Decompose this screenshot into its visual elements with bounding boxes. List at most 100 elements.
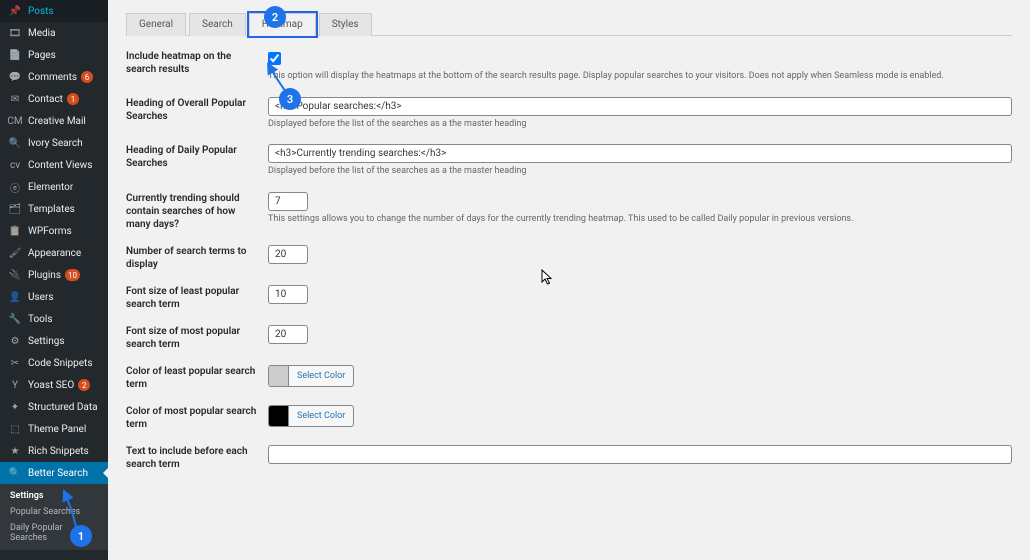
label-heading-daily: Heading of Daily Popular Searches xyxy=(126,144,268,178)
heading-daily-input[interactable] xyxy=(268,144,1012,163)
desc-include-heatmap: This option will display the heatmaps at… xyxy=(268,71,1012,83)
heading-overall-input[interactable] xyxy=(268,97,1012,116)
menu-badge: 2 xyxy=(78,379,90,391)
sidebar-item-users[interactable]: 👤 Users xyxy=(0,286,108,308)
label-include-heatmap: Include heatmap on the search results xyxy=(126,50,268,83)
menu-label: Elementor xyxy=(28,182,73,193)
sidebar-item-appearance[interactable]: 🖌 Appearance xyxy=(0,242,108,264)
sidebar-item-structured-data[interactable]: ✦ Structured Data xyxy=(0,396,108,418)
menu-label: Creative Mail xyxy=(28,116,86,127)
sidebar-item-plugins[interactable]: 🔌Plugins10 xyxy=(0,264,108,286)
sidebar-item-templates[interactable]: 🗂 Templates xyxy=(0,198,108,220)
trending-days-input[interactable] xyxy=(268,192,308,211)
desc-heading-overall: Displayed before the list of the searche… xyxy=(268,119,1012,131)
menu-icon: 🔍 xyxy=(8,136,22,150)
sidebar-item-rich-snippets[interactable]: ★ Rich Snippets xyxy=(0,440,108,462)
sidebar-item-settings[interactable]: ⚙ Settings xyxy=(0,330,108,352)
admin-sidebar: 📌Posts🎞Media📄Pages💬Comments6✉Contact1CMC… xyxy=(0,0,108,560)
num-terms-input[interactable] xyxy=(268,245,308,264)
label-trending-days: Currently trending should contain search… xyxy=(126,192,268,231)
sidebar-item-pages[interactable]: 📄 Pages xyxy=(0,44,108,66)
menu-icon: 🖌 xyxy=(8,246,22,260)
color-most-swatch xyxy=(269,406,289,426)
desc-heading-daily: Displayed before the list of the searche… xyxy=(268,166,1012,178)
font-most-input[interactable] xyxy=(268,325,308,344)
label-heading-overall: Heading of Overall Popular Searches xyxy=(126,97,268,131)
sidebar-item-yoast-seo[interactable]: YYoast SEO2 xyxy=(0,374,108,396)
font-least-input[interactable] xyxy=(268,285,308,304)
sidebar-item-tools[interactable]: 🔧 Tools xyxy=(0,308,108,330)
label-color-most: Color of most popular search term xyxy=(126,405,268,431)
label-font-most: Font size of most popular search term xyxy=(126,325,268,351)
color-least-btn-label: Select Color xyxy=(289,371,353,381)
sidebar-item-media[interactable]: 🎞 Media xyxy=(0,22,108,44)
menu-label: Appearance xyxy=(28,248,81,259)
include-heatmap-checkbox[interactable] xyxy=(268,52,281,65)
sidebar-item-content-views[interactable]: cv Content Views xyxy=(0,154,108,176)
sidebar-item-comments[interactable]: 💬 Comments 6 xyxy=(0,66,108,88)
menu-label: Yoast SEO xyxy=(28,380,74,391)
sidebar-item-theme-panel[interactable]: ⬚Theme Panel xyxy=(0,418,108,440)
label-num-terms: Number of search terms to display xyxy=(126,245,268,271)
tab-styles[interactable]: Styles xyxy=(319,13,372,36)
submenu-title[interactable]: Settings xyxy=(0,488,108,504)
sidebar-item-contact[interactable]: ✉ Contact 1 xyxy=(0,88,108,110)
sidebar-item-elementor[interactable]: ⓔElementor xyxy=(0,176,108,198)
menu-icon: 📄 xyxy=(8,48,22,62)
color-most-button[interactable]: Select Color xyxy=(268,405,354,427)
menu-icon: ✦ xyxy=(8,400,22,414)
menu-label: Users xyxy=(28,292,54,303)
menu-label: Settings xyxy=(28,336,65,347)
settings-tabs: General Search Heatmap Styles xyxy=(126,12,1012,36)
menu-badge: 10 xyxy=(65,269,80,281)
menu-label: Tools xyxy=(28,314,52,325)
color-least-button[interactable]: Select Color xyxy=(268,365,354,387)
main-content: General Search Heatmap Styles Include he… xyxy=(108,0,1030,560)
menu-icon: 🎞 xyxy=(8,26,22,40)
menu-icon: 🔧 xyxy=(8,312,22,326)
menu-icon: 📌 xyxy=(8,4,22,18)
menu-label: Rich Snippets xyxy=(28,446,89,457)
menu-label: Pages xyxy=(28,50,56,61)
menu-label: Ivory Search xyxy=(28,138,83,149)
menu-label: Content Views xyxy=(28,160,92,171)
sidebar-item-better-search[interactable]: 🔍 Better Search xyxy=(0,462,108,484)
menu-badge: 6 xyxy=(81,71,93,83)
menu-label: WPForms xyxy=(28,226,72,237)
sidebar-item-posts[interactable]: 📌 Posts xyxy=(0,0,108,22)
menu-icon: 📋 xyxy=(8,224,22,238)
menu-label: Comments xyxy=(28,72,77,83)
text-before-input[interactable] xyxy=(268,445,1012,464)
menu-icon: 🔌 xyxy=(8,268,22,282)
sidebar-item-code-snippets[interactable]: ✂Code Snippets xyxy=(0,352,108,374)
menu-badge: 1 xyxy=(67,93,79,105)
menu-label: Structured Data xyxy=(28,402,98,413)
menu-icon: ⬚ xyxy=(8,422,22,436)
menu-icon: CM xyxy=(8,114,22,128)
menu-icon: 👤 xyxy=(8,290,22,304)
menu-icon: cv xyxy=(8,158,22,172)
tab-search[interactable]: Search xyxy=(189,13,246,36)
submenu-daily[interactable]: Daily Popular Searches xyxy=(0,520,108,546)
menu-icon: ★ xyxy=(8,444,22,458)
label-color-least: Color of least popular search term xyxy=(126,365,268,391)
sidebar-item-wpforms[interactable]: 📋 WPForms xyxy=(0,220,108,242)
sidebar-item-creative-mail[interactable]: CM Creative Mail xyxy=(0,110,108,132)
menu-icon: 💬 xyxy=(8,70,22,84)
menu-icon: ✂ xyxy=(8,356,22,370)
menu-icon: ⚙ xyxy=(8,334,22,348)
menu-label: Better Search xyxy=(28,468,88,479)
menu-icon: 🗂 xyxy=(8,202,22,216)
tab-general[interactable]: General xyxy=(126,13,186,36)
menu-label: Templates xyxy=(28,204,75,215)
desc-trending-days: This settings allows you to change the n… xyxy=(268,214,1012,226)
sidebar-item-ivory-search[interactable]: 🔍 Ivory Search xyxy=(0,132,108,154)
submenu: Settings Popular Searches Daily Popular … xyxy=(0,484,108,550)
menu-icon: 🔍 xyxy=(8,466,22,480)
menu-icon: ✉ xyxy=(8,92,22,106)
menu-label: Media xyxy=(28,28,56,39)
submenu-popular[interactable]: Popular Searches xyxy=(0,504,108,520)
tab-heatmap[interactable]: Heatmap xyxy=(249,13,316,36)
menu-label: Contact xyxy=(28,94,63,105)
menu-label: Posts xyxy=(28,6,54,17)
